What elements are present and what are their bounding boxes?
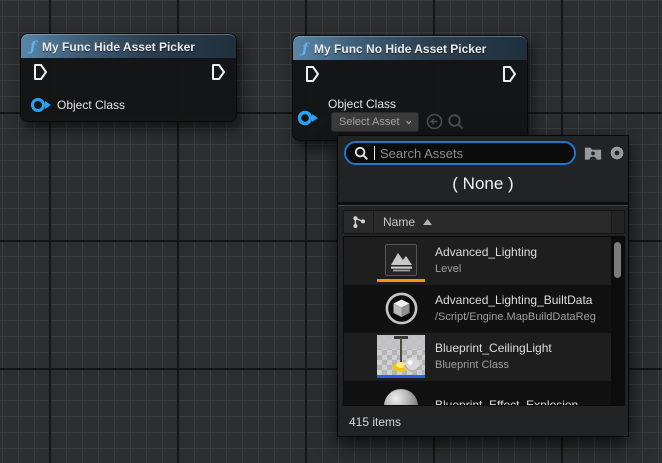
asset-row-advanced-lighting-builtdata[interactable]: Advanced_Lighting_BuiltData /Script/Engi… [344, 285, 624, 333]
asset-list-header: Name [343, 210, 625, 234]
asset-thumbnail [377, 287, 425, 331]
explosion-thumbnail-image [384, 389, 418, 406]
asset-picker-popup: ( None ) Name [337, 135, 629, 437]
asset-type-color-bar [377, 279, 425, 282]
scrollbar-track[interactable] [611, 237, 624, 405]
settings-gear-icon[interactable] [608, 144, 626, 162]
asset-row-blueprint-effect-explosion[interactable]: Blueprint_Effect_Explosion [344, 381, 624, 406]
exec-input-pin-icon[interactable] [305, 65, 320, 83]
browse-to-asset-icon[interactable] [447, 113, 464, 130]
column-type-cell[interactable] [344, 211, 374, 233]
asset-search-box[interactable] [344, 141, 576, 165]
search-assets-input[interactable] [380, 146, 566, 161]
asset-thumbnail [377, 335, 425, 379]
asset-type-color-bar [377, 375, 425, 378]
asset-subtitle: Blueprint Class [435, 358, 624, 373]
asset-row-blueprint-ceilinglight[interactable]: Blueprint_CeilingLight Blueprint Class [344, 333, 624, 381]
exec-output-pin-icon[interactable] [211, 63, 226, 81]
node-my-func-hide-asset-picker[interactable]: ƒ My Func Hide Asset Picker Object Class [20, 33, 237, 122]
asset-thumbnail [377, 383, 425, 406]
divider [338, 202, 628, 206]
node-title: My Func Hide Asset Picker [42, 40, 195, 54]
exec-output-pin-icon[interactable] [502, 65, 517, 83]
search-icon [354, 146, 369, 161]
asset-subtitle: Level [435, 262, 624, 277]
asset-name: Advanced_Lighting [435, 245, 624, 260]
asset-row-advanced-lighting[interactable]: Advanced_Lighting Level [344, 237, 624, 285]
data-asset-thumbnail-icon [383, 290, 420, 327]
object-class-pin-icon[interactable] [30, 97, 53, 113]
function-icon: ƒ [30, 40, 36, 54]
item-count-label: 415 items [338, 406, 628, 438]
ceiling-light-thumbnail-image [377, 335, 425, 375]
object-class-pin-label: Object Class [328, 97, 396, 111]
object-class-pin-label: Object Class [57, 98, 125, 112]
select-asset-dropdown[interactable]: Select Asset [331, 112, 419, 132]
scrollbar-thumb[interactable] [614, 242, 621, 278]
none-option[interactable]: ( None ) [338, 169, 628, 199]
asset-subtitle: /Script/Engine.MapBuildDataReg [435, 310, 624, 325]
chevron-down-icon [406, 119, 411, 126]
select-asset-label: Select Asset [339, 116, 400, 128]
level-thumbnail-icon [385, 244, 417, 276]
asset-list: Advanced_Lighting Level Advanced_Li [343, 236, 625, 406]
node-my-func-no-hide-asset-picker[interactable]: ƒ My Func No Hide Asset Picker Object Cl… [292, 35, 528, 141]
asset-thumbnail [377, 239, 425, 283]
asset-view-folder-icon[interactable] [584, 144, 602, 162]
use-selected-asset-icon[interactable] [426, 113, 443, 130]
node-header[interactable]: ƒ My Func No Hide Asset Picker [293, 36, 527, 60]
node-header[interactable]: ƒ My Func Hide Asset Picker [21, 34, 236, 58]
column-name-header[interactable]: Name [374, 211, 611, 233]
name-column-label: Name [383, 215, 415, 229]
text-cursor [374, 146, 375, 160]
search-row [338, 136, 628, 169]
blueprint-graph-canvas[interactable]: ƒ My Func Hide Asset Picker Object Class… [0, 0, 662, 463]
hierarchy-icon [352, 215, 366, 229]
exec-input-pin-icon[interactable] [33, 63, 48, 81]
function-icon: ƒ [302, 42, 308, 56]
asset-name: Advanced_Lighting_BuiltData [435, 293, 624, 308]
scroll-corner [611, 211, 624, 233]
asset-name: Blueprint_Effect_Explosion [435, 398, 624, 407]
object-class-pin-icon[interactable] [297, 110, 320, 126]
node-title: My Func No Hide Asset Picker [314, 42, 486, 56]
asset-name: Blueprint_CeilingLight [435, 341, 624, 356]
sort-ascending-icon [423, 219, 432, 225]
